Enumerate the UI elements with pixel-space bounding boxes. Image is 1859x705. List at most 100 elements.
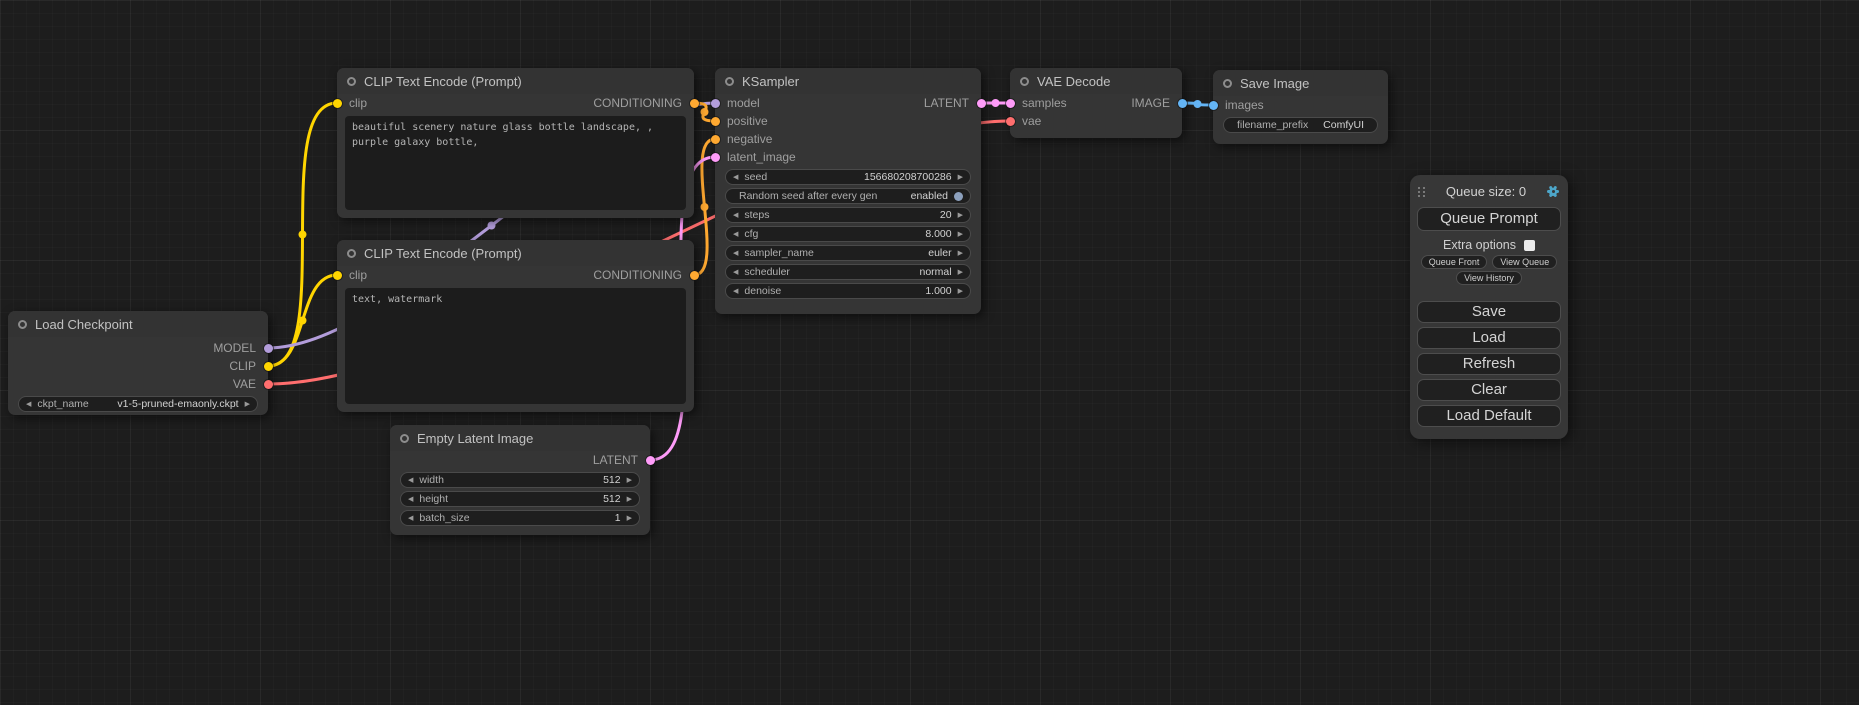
negative-input-port[interactable] bbox=[711, 135, 720, 144]
node-title-bar[interactable]: KSampler bbox=[715, 68, 981, 94]
collapse-dot-icon[interactable] bbox=[347, 249, 356, 258]
vae-input-port[interactable] bbox=[1006, 117, 1015, 126]
node-title: Load Checkpoint bbox=[35, 317, 133, 332]
node-title-bar[interactable]: CLIP Text Encode (Prompt) bbox=[337, 68, 694, 94]
widget-sampler-name[interactable]: ◀ sampler_name euler ▶ bbox=[725, 245, 971, 261]
node-clip-text-encode-negative[interactable]: CLIP Text Encode (Prompt) clip CONDITION… bbox=[337, 240, 694, 412]
widget-height[interactable]: ◀ height 512 ▶ bbox=[400, 491, 640, 507]
node-title-bar[interactable]: Save Image bbox=[1213, 70, 1388, 96]
widget-random-seed-toggle[interactable]: Random seed after every gen enabled bbox=[725, 188, 971, 204]
slot-row: images bbox=[1213, 96, 1388, 114]
refresh-button[interactable]: Refresh bbox=[1417, 353, 1561, 375]
collapse-dot-icon[interactable] bbox=[725, 77, 734, 86]
conditioning-output-port[interactable] bbox=[690, 271, 699, 280]
images-input-port[interactable] bbox=[1209, 101, 1218, 110]
comfy-menu-panel[interactable]: Queue size: 0 Queue Prompt Extra options… bbox=[1410, 175, 1568, 439]
save-button[interactable]: Save bbox=[1417, 301, 1561, 323]
input-label-latent-image: latent_image bbox=[727, 150, 796, 164]
widget-batch-size[interactable]: ◀ batch_size 1 ▶ bbox=[400, 510, 640, 526]
clip-output-port[interactable] bbox=[264, 362, 273, 371]
collapse-dot-icon[interactable] bbox=[1020, 77, 1029, 86]
negative-prompt-textarea[interactable]: text, watermark bbox=[345, 288, 686, 404]
widget-cfg[interactable]: ◀ cfg 8.000 ▶ bbox=[725, 226, 971, 242]
drag-handle-icon[interactable] bbox=[1418, 186, 1426, 198]
node-graph-canvas[interactable]: Load Checkpoint MODEL CLIP VAE ◀ ckpt_na… bbox=[0, 0, 1859, 705]
widget-scheduler[interactable]: ◀ scheduler normal ▶ bbox=[725, 264, 971, 280]
samples-input-port[interactable] bbox=[1006, 99, 1015, 108]
vae-output-port[interactable] bbox=[264, 380, 273, 389]
increment-arrow-icon[interactable]: ▶ bbox=[958, 288, 963, 295]
node-load-checkpoint[interactable]: Load Checkpoint MODEL CLIP VAE ◀ ckpt_na… bbox=[8, 311, 268, 415]
node-title: CLIP Text Encode (Prompt) bbox=[364, 74, 522, 89]
increment-arrow-icon[interactable]: ▶ bbox=[627, 515, 632, 522]
gear-icon[interactable] bbox=[1546, 185, 1560, 199]
clip-input-port[interactable] bbox=[333, 99, 342, 108]
input-label-images: images bbox=[1225, 98, 1264, 112]
output-label-image: IMAGE bbox=[1131, 96, 1170, 110]
increment-arrow-icon[interactable]: ▶ bbox=[958, 212, 963, 219]
increment-arrow-icon[interactable]: ▶ bbox=[958, 231, 963, 238]
decrement-arrow-icon[interactable]: ◀ bbox=[733, 231, 738, 238]
slot-row: negative bbox=[715, 130, 981, 148]
node-save-image[interactable]: Save Image images filename_prefix ComfyU… bbox=[1213, 70, 1388, 144]
output-label-vae: VAE bbox=[233, 377, 256, 391]
output-label-clip: CLIP bbox=[229, 359, 256, 373]
increment-arrow-icon[interactable]: ▶ bbox=[627, 496, 632, 503]
view-queue-button[interactable]: View Queue bbox=[1492, 255, 1557, 269]
increment-arrow-icon[interactable]: ▶ bbox=[958, 269, 963, 276]
decrement-arrow-icon[interactable]: ◀ bbox=[408, 496, 413, 503]
input-label-clip: clip bbox=[349, 96, 367, 110]
latent-output-port[interactable] bbox=[646, 456, 655, 465]
widget-filename-prefix[interactable]: filename_prefix ComfyUI bbox=[1223, 117, 1378, 133]
latent-image-input-port[interactable] bbox=[711, 153, 720, 162]
collapse-dot-icon[interactable] bbox=[400, 434, 409, 443]
node-empty-latent-image[interactable]: Empty Latent Image LATENT ◀ width 512 ▶ … bbox=[390, 425, 650, 535]
collapse-dot-icon[interactable] bbox=[18, 320, 27, 329]
image-output-port[interactable] bbox=[1178, 99, 1187, 108]
node-vae-decode[interactable]: VAE Decode samples IMAGE vae bbox=[1010, 68, 1182, 138]
decrement-arrow-icon[interactable]: ◀ bbox=[733, 250, 738, 257]
decrement-arrow-icon[interactable]: ◀ bbox=[26, 401, 31, 408]
positive-input-port[interactable] bbox=[711, 117, 720, 126]
node-ksampler[interactable]: KSampler model LATENT positive negative … bbox=[715, 68, 981, 314]
node-clip-text-encode-positive[interactable]: CLIP Text Encode (Prompt) clip CONDITION… bbox=[337, 68, 694, 218]
queue-prompt-button[interactable]: Queue Prompt bbox=[1417, 207, 1561, 231]
increment-arrow-icon[interactable]: ▶ bbox=[627, 477, 632, 484]
clear-button[interactable]: Clear bbox=[1417, 379, 1561, 401]
queue-front-button[interactable]: Queue Front bbox=[1421, 255, 1488, 269]
node-title-bar[interactable]: Load Checkpoint bbox=[8, 311, 268, 337]
decrement-arrow-icon[interactable]: ◀ bbox=[733, 269, 738, 276]
extra-options-checkbox[interactable] bbox=[1524, 240, 1535, 251]
positive-prompt-textarea[interactable]: beautiful scenery nature glass bottle la… bbox=[345, 116, 686, 210]
input-label-positive: positive bbox=[727, 114, 768, 128]
decrement-arrow-icon[interactable]: ◀ bbox=[733, 212, 738, 219]
widget-steps[interactable]: ◀ steps 20 ▶ bbox=[725, 207, 971, 223]
node-title-bar[interactable]: CLIP Text Encode (Prompt) bbox=[337, 240, 694, 266]
widget-ckpt-name[interactable]: ◀ ckpt_name v1-5-pruned-emaonly.ckpt ▶ bbox=[18, 396, 258, 412]
widget-width[interactable]: ◀ width 512 ▶ bbox=[400, 472, 640, 488]
model-output-port[interactable] bbox=[264, 344, 273, 353]
view-history-button[interactable]: View History bbox=[1456, 271, 1522, 285]
clip-input-port[interactable] bbox=[333, 271, 342, 280]
decrement-arrow-icon[interactable]: ◀ bbox=[733, 288, 738, 295]
decrement-arrow-icon[interactable]: ◀ bbox=[408, 477, 413, 484]
collapse-dot-icon[interactable] bbox=[1223, 79, 1232, 88]
decrement-arrow-icon[interactable]: ◀ bbox=[733, 174, 738, 181]
node-title-bar[interactable]: Empty Latent Image bbox=[390, 425, 650, 451]
collapse-dot-icon[interactable] bbox=[347, 77, 356, 86]
widget-seed[interactable]: ◀ seed 156680208700286 ▶ bbox=[725, 169, 971, 185]
model-input-port[interactable] bbox=[711, 99, 720, 108]
increment-arrow-icon[interactable]: ▶ bbox=[958, 250, 963, 257]
decrement-arrow-icon[interactable]: ◀ bbox=[408, 515, 413, 522]
node-title: VAE Decode bbox=[1037, 74, 1110, 89]
load-button[interactable]: Load bbox=[1417, 327, 1561, 349]
toggle-on-icon[interactable] bbox=[954, 192, 963, 201]
node-title-bar[interactable]: VAE Decode bbox=[1010, 68, 1182, 94]
queue-size-label: Queue size: 0 bbox=[1426, 184, 1546, 199]
conditioning-output-port[interactable] bbox=[690, 99, 699, 108]
load-default-button[interactable]: Load Default bbox=[1417, 405, 1561, 427]
widget-denoise[interactable]: ◀ denoise 1.000 ▶ bbox=[725, 283, 971, 299]
increment-arrow-icon[interactable]: ▶ bbox=[245, 401, 250, 408]
increment-arrow-icon[interactable]: ▶ bbox=[958, 174, 963, 181]
latent-output-port[interactable] bbox=[977, 99, 986, 108]
